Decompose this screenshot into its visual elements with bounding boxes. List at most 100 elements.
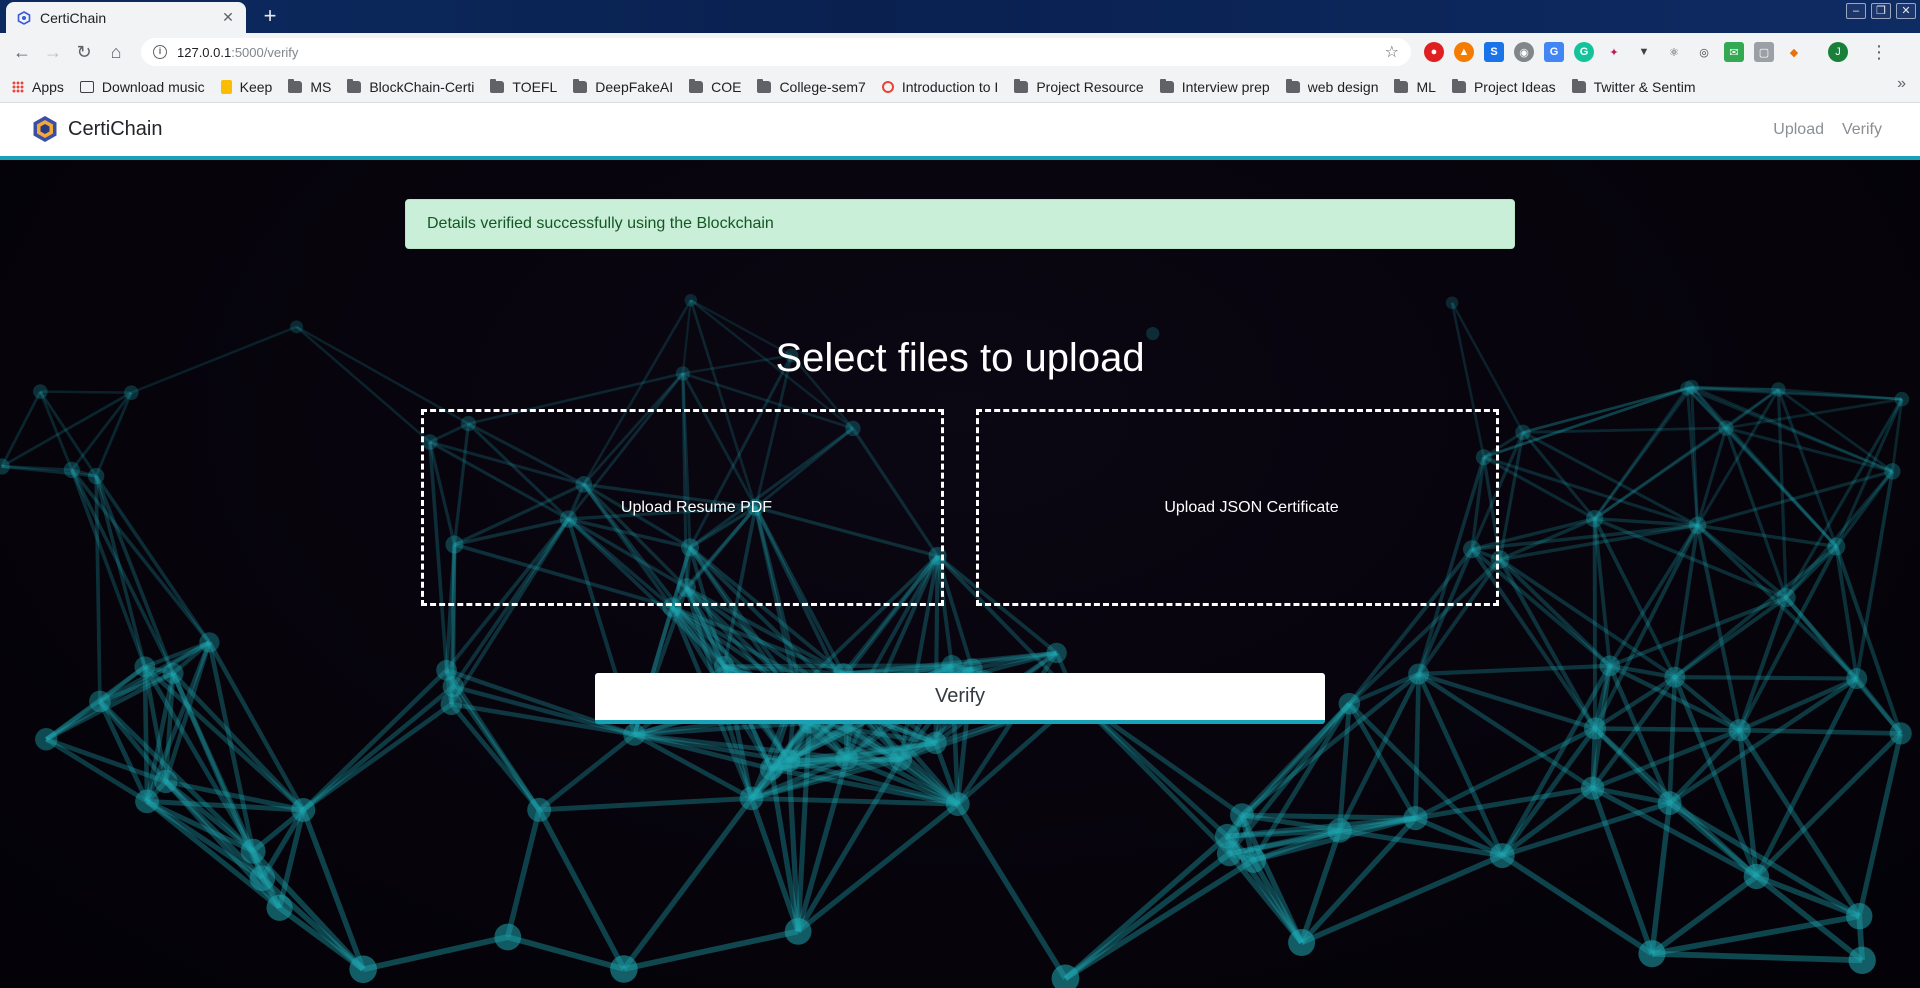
network-node [1884,463,1901,480]
network-node [135,789,159,814]
network-link [94,392,133,477]
profile-avatar[interactable]: J [1828,42,1848,62]
network-link [1593,386,1693,520]
extension-red-icon[interactable]: ● [1424,42,1444,62]
minimize-icon[interactable]: – [1846,3,1866,19]
bookmark-ms[interactable]: MS [288,75,331,99]
verify-button[interactable]: Verify [595,673,1325,724]
network-node [924,731,947,755]
bookmark-apps[interactable]: Apps [12,75,64,99]
network-node [1403,806,1428,831]
bookmark-project-ideas[interactable]: Project Ideas [1451,75,1556,99]
extension-nodes-icon[interactable]: ✦ [1604,42,1624,62]
bookmark-introduction[interactable]: Introduction to I [881,75,998,99]
address-bar[interactable]: i 127.0.0.1:5000/verify ☆ [141,38,1411,66]
network-node [266,894,293,921]
folder-icon [573,78,588,93]
window-controls: – ❐ ✕ [1846,3,1916,19]
extension-square-icon[interactable]: ▢ [1754,42,1774,62]
network-node [1827,537,1846,556]
bookmark-download-music[interactable]: Download music [79,75,205,99]
bookmarks-bar: Apps Download music Keep MS BlockChain-C… [0,71,1920,103]
bookmark-interview-prep[interactable]: Interview prep [1159,75,1270,99]
window-close-icon[interactable]: ✕ [1896,3,1916,19]
network-node [1338,692,1361,715]
network-link [70,469,175,675]
bookmark-keep[interactable]: Keep [220,75,272,99]
nav-link-upload[interactable]: Upload [1773,121,1824,139]
bookmark-web-design[interactable]: web design [1285,75,1378,99]
network-link [1500,853,1654,956]
extension-mail-icon[interactable]: ✉ [1724,42,1744,62]
network-node [1599,655,1621,677]
extension-grammarly-icon[interactable]: G [1574,42,1594,62]
network-link [1673,595,1788,679]
network-node [33,384,48,399]
tab-close-icon[interactable]: ✕ [220,9,236,26]
extension-circle-icon[interactable]: ◉ [1514,42,1534,62]
brand-name: CertiChain [68,117,163,140]
bookmark-coe[interactable]: COE [689,75,741,99]
forward-arrow-icon[interactable]: → [41,40,65,64]
folder-icon [757,78,772,93]
network-node [63,461,80,478]
network-link [633,732,772,772]
extension-target-icon[interactable]: ◎ [1694,42,1714,62]
browser-tab[interactable]: CertiChain ✕ [6,2,246,33]
certichain-logo-icon [33,116,57,142]
network-link [539,795,752,813]
json-dropzone-label: Upload JSON Certificate [1164,498,1339,516]
network-node [1230,803,1255,828]
network-node [1846,902,1873,930]
bookmark-college-sem7[interactable]: College-sem7 [757,75,866,99]
network-node [889,748,913,771]
site-info-icon[interactable]: i [153,45,167,59]
network-link [1739,727,1901,736]
network-link [1854,470,1895,679]
extensions-bar: ● ▲ S ◉ G G ✦ ▼ ⚛ ◎ ✉ ▢ ◆ J ⋮ [1424,42,1888,62]
extension-s-icon[interactable]: S [1484,42,1504,62]
bookmark-ml[interactable]: ML [1394,75,1436,99]
network-link [1667,728,1742,805]
extension-fox-icon[interactable]: ◆ [1784,42,1804,62]
network-node [1240,847,1267,873]
page-title: Select files to upload [775,336,1145,380]
json-certificate-dropzone[interactable]: Upload JSON Certificate [976,409,1499,606]
extension-translate-icon[interactable]: G [1544,42,1564,62]
network-node [1718,420,1734,436]
network-node [249,865,276,892]
network-node [1585,509,1604,528]
network-node [623,723,646,746]
folder-icon [1571,78,1586,93]
browser-titlebar: CertiChain ✕ + – ❐ ✕ [0,0,1920,33]
home-icon[interactable]: ⌂ [104,40,128,64]
network-node [610,955,638,983]
bookmarks-overflow-icon[interactable]: » [1897,75,1906,93]
network-node [1489,843,1515,869]
network-node [1848,946,1876,975]
back-arrow-icon[interactable]: ← [10,40,34,64]
bookmark-deepfakeai[interactable]: DeepFakeAI [573,75,673,99]
network-node [527,797,552,822]
network-link [1608,524,1700,667]
bookmark-toefl[interactable]: TOEFL [490,75,557,99]
extension-vue-icon[interactable]: ▼ [1634,42,1654,62]
bookmark-star-icon[interactable]: ☆ [1385,42,1399,62]
extension-orange-icon[interactable]: ▲ [1454,42,1474,62]
brand[interactable]: CertiChain [32,115,162,143]
browser-menu-icon[interactable]: ⋮ [1870,42,1888,62]
bookmark-project-resource[interactable]: Project Resource [1014,75,1144,99]
app-navbar: CertiChain Upload Verify [0,103,1920,160]
network-node [1664,666,1686,688]
bookmark-blockchain[interactable]: BlockChain-Certi [347,75,474,99]
network-link [1300,853,1504,946]
url-path: :5000/verify [231,44,299,60]
resume-pdf-dropzone[interactable]: Upload Resume PDF [421,409,944,606]
restore-icon[interactable]: ❐ [1871,3,1891,19]
nav-link-verify[interactable]: Verify [1842,121,1882,139]
network-node [1046,642,1067,664]
new-tab-icon[interactable]: + [258,5,282,29]
reload-icon[interactable]: ↻ [72,40,96,64]
bookmark-twitter-sentiment[interactable]: Twitter & Sentim [1571,75,1696,99]
extension-react-icon[interactable]: ⚛ [1664,42,1684,62]
